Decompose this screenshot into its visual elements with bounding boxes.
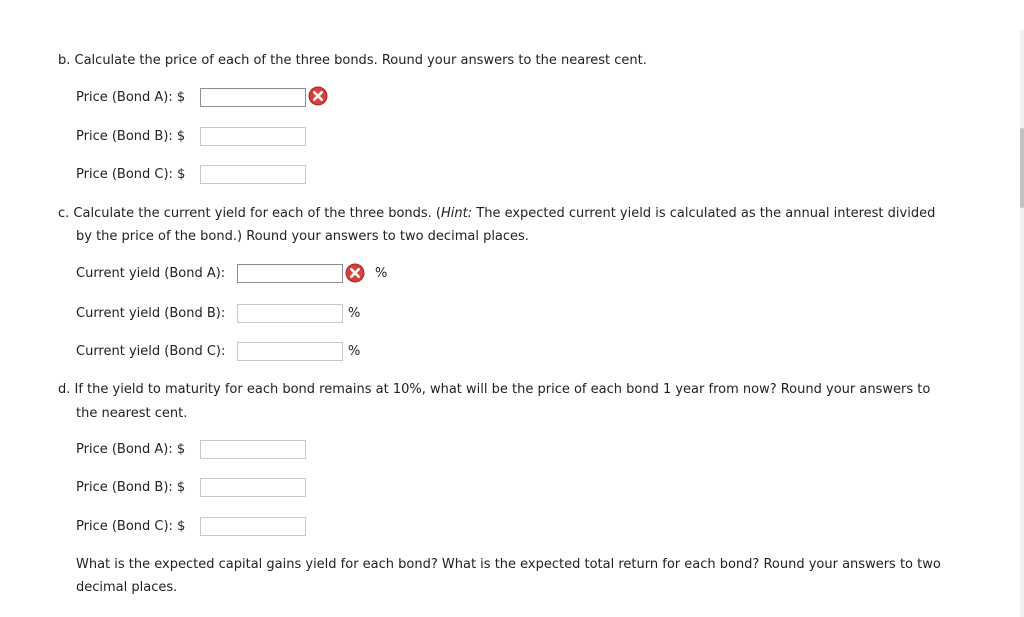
percent-unit: % <box>375 266 388 281</box>
scrollbar-track[interactable] <box>1020 30 1024 617</box>
future-price-bond-c-input[interactable] <box>200 517 306 536</box>
current-yield-bond-c-label: Current yield (Bond C): <box>76 344 226 359</box>
price-bond-c-input[interactable] <box>200 165 306 184</box>
price-bond-a-input[interactable] <box>200 88 306 107</box>
price-bond-c-label: Price (Bond C): $ <box>76 167 186 182</box>
future-price-bond-b-label: Price (Bond B): $ <box>76 480 186 495</box>
hint-text: The expected current yield is calculated… <box>472 206 936 221</box>
section-b-instruction: b. Calculate the price of each of the th… <box>58 53 647 68</box>
current-yield-bond-a-label: Current yield (Bond A): <box>76 266 226 281</box>
section-c-prefix: c. Calculate the current yield for each … <box>58 206 442 221</box>
current-yield-bond-a-input[interactable] <box>237 264 343 283</box>
current-yield-bond-b-label: Current yield (Bond B): <box>76 306 226 321</box>
section-d-instruction-line1: d. If the yield to maturity for each bon… <box>58 382 931 397</box>
followup-question-line1: What is the expected capital gains yield… <box>76 557 941 572</box>
future-price-bond-c-label: Price (Bond C): $ <box>76 519 186 534</box>
hint-label: Hint: <box>441 206 473 221</box>
price-bond-b-input[interactable] <box>200 127 306 146</box>
error-x-icon <box>308 86 328 106</box>
scrollbar-thumb[interactable] <box>1020 128 1024 208</box>
price-bond-a-label: Price (Bond A): $ <box>76 90 186 105</box>
future-price-bond-b-input[interactable] <box>200 478 306 497</box>
error-x-icon <box>345 263 365 283</box>
section-d-instruction-line2: the nearest cent. <box>76 406 188 421</box>
percent-unit: % <box>348 344 361 359</box>
section-c-instruction-line1: c. Calculate the current yield for each … <box>58 205 935 223</box>
percent-unit: % <box>348 306 361 321</box>
current-yield-bond-b-input[interactable] <box>237 304 343 323</box>
followup-question-line2: decimal places. <box>76 580 178 595</box>
future-price-bond-a-label: Price (Bond A): $ <box>76 442 186 457</box>
section-c-instruction-line2: by the price of the bond.) Round your an… <box>76 229 529 244</box>
future-price-bond-a-input[interactable] <box>200 440 306 459</box>
price-bond-b-label: Price (Bond B): $ <box>76 129 186 144</box>
current-yield-bond-c-input[interactable] <box>237 342 343 361</box>
